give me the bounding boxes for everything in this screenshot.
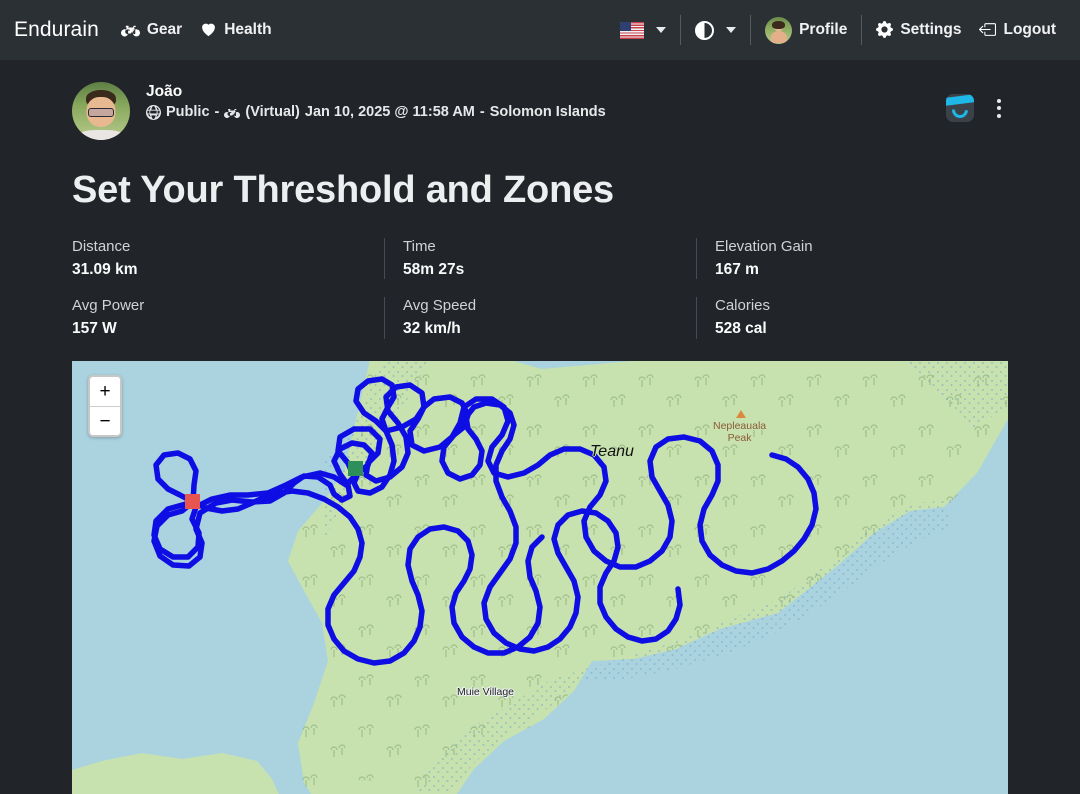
nav-item-gear[interactable]: Gear bbox=[120, 21, 183, 40]
stat-value: 31.09 km bbox=[72, 260, 138, 278]
bicycle-icon bbox=[120, 21, 140, 40]
virtual-label: (Virtual) bbox=[245, 104, 300, 121]
divider bbox=[680, 15, 682, 45]
us-flag-icon bbox=[620, 21, 645, 39]
activity-stats-grid: Distance 31.09 km Time 58m 27s Elevation… bbox=[72, 237, 1008, 339]
peak-marker-icon bbox=[736, 409, 746, 418]
brand-logo[interactable]: Endurain bbox=[14, 18, 99, 42]
navbar-right-group: Profile Settings Logout bbox=[620, 15, 1056, 45]
stat-label: Elevation Gain bbox=[715, 237, 813, 255]
gear-icon bbox=[876, 21, 894, 39]
nav-item-profile[interactable]: Profile bbox=[765, 16, 848, 44]
meta-separator: - bbox=[214, 104, 220, 121]
activity-page: João Public - (Virtual) Jan 10, 2025 @ 1… bbox=[0, 60, 1080, 339]
heart-icon bbox=[200, 21, 217, 39]
stat-label: Time bbox=[403, 237, 436, 255]
visibility-label: Public bbox=[166, 104, 210, 121]
stat-value: 528 cal bbox=[715, 320, 767, 338]
divider bbox=[861, 15, 863, 45]
stat-time: Time 58m 27s bbox=[384, 237, 696, 280]
nav-label-logout: Logout bbox=[1003, 21, 1056, 38]
activity-header-text: João Public - (Virtual) Jan 10, 2025 @ 1… bbox=[146, 82, 606, 121]
chevron-down-icon bbox=[656, 27, 667, 33]
zoom-out-button[interactable]: − bbox=[90, 405, 120, 435]
map-zoom-controls[interactable]: + − bbox=[88, 374, 122, 437]
zoom-in-button[interactable]: + bbox=[90, 376, 120, 406]
stat-label: Distance bbox=[72, 237, 131, 255]
stat-calories: Calories 528 cal bbox=[696, 297, 1008, 339]
start-marker[interactable] bbox=[348, 460, 363, 476]
circle-half-icon bbox=[695, 20, 715, 40]
stat-value: 157 W bbox=[72, 320, 117, 338]
nav-label-health: Health bbox=[224, 21, 272, 38]
three-dots-vertical-icon[interactable] bbox=[990, 98, 1008, 118]
theme-selector[interactable] bbox=[695, 20, 737, 40]
stat-label: Avg Power bbox=[72, 297, 145, 315]
stat-value: 58m 27s bbox=[403, 260, 465, 278]
stat-label: Calories bbox=[715, 297, 771, 315]
user-avatar[interactable] bbox=[72, 82, 130, 140]
nav-label-settings: Settings bbox=[900, 21, 962, 38]
end-marker[interactable] bbox=[185, 493, 200, 509]
activity-username[interactable]: João bbox=[146, 82, 606, 101]
garmin-connect-icon[interactable] bbox=[946, 94, 974, 122]
nav-item-health[interactable]: Health bbox=[200, 21, 272, 39]
activity-location: Solomon Islands bbox=[489, 104, 606, 121]
globe-icon bbox=[146, 104, 161, 121]
nav-label-gear: Gear bbox=[146, 21, 183, 38]
stat-elevation-gain: Elevation Gain 167 m bbox=[696, 237, 1008, 280]
activity-header: João Public - (Virtual) Jan 10, 2025 @ 1… bbox=[72, 82, 1008, 140]
divider bbox=[750, 15, 752, 45]
activity-meta: Public - (Virtual) Jan 10, 2025 @ 11:58 … bbox=[146, 104, 606, 120]
map-canvas bbox=[72, 360, 1008, 794]
stat-distance: Distance 31.09 km bbox=[72, 238, 384, 280]
chevron-down-icon bbox=[726, 27, 737, 33]
activity-map[interactable]: + − Teanu Nepleauala Peak Muie Village bbox=[72, 360, 1008, 794]
stat-label: Avg Speed bbox=[403, 297, 477, 315]
stat-avg-speed: Avg Speed 32 km/h bbox=[384, 297, 696, 339]
bicycle-icon bbox=[224, 104, 241, 120]
nav-label-profile: Profile bbox=[799, 21, 848, 38]
top-navbar: Endurain Gear Health Profile Settings Lo… bbox=[0, 0, 1080, 60]
activity-datetime: Jan 10, 2025 @ 11:58 AM bbox=[304, 104, 475, 121]
avatar bbox=[765, 16, 793, 44]
nav-item-settings[interactable]: Settings bbox=[876, 21, 961, 39]
stat-value: 32 km/h bbox=[403, 320, 461, 338]
stat-avg-power: Avg Power 157 W bbox=[72, 297, 384, 339]
stat-value: 167 m bbox=[715, 260, 759, 278]
nav-item-logout[interactable]: Logout bbox=[979, 21, 1056, 39]
logout-icon bbox=[979, 21, 997, 39]
meta-separator: - bbox=[479, 104, 485, 121]
activity-actions bbox=[946, 82, 1008, 122]
page-title: Set Your Threshold and Zones bbox=[72, 169, 614, 211]
language-selector[interactable] bbox=[620, 21, 667, 39]
